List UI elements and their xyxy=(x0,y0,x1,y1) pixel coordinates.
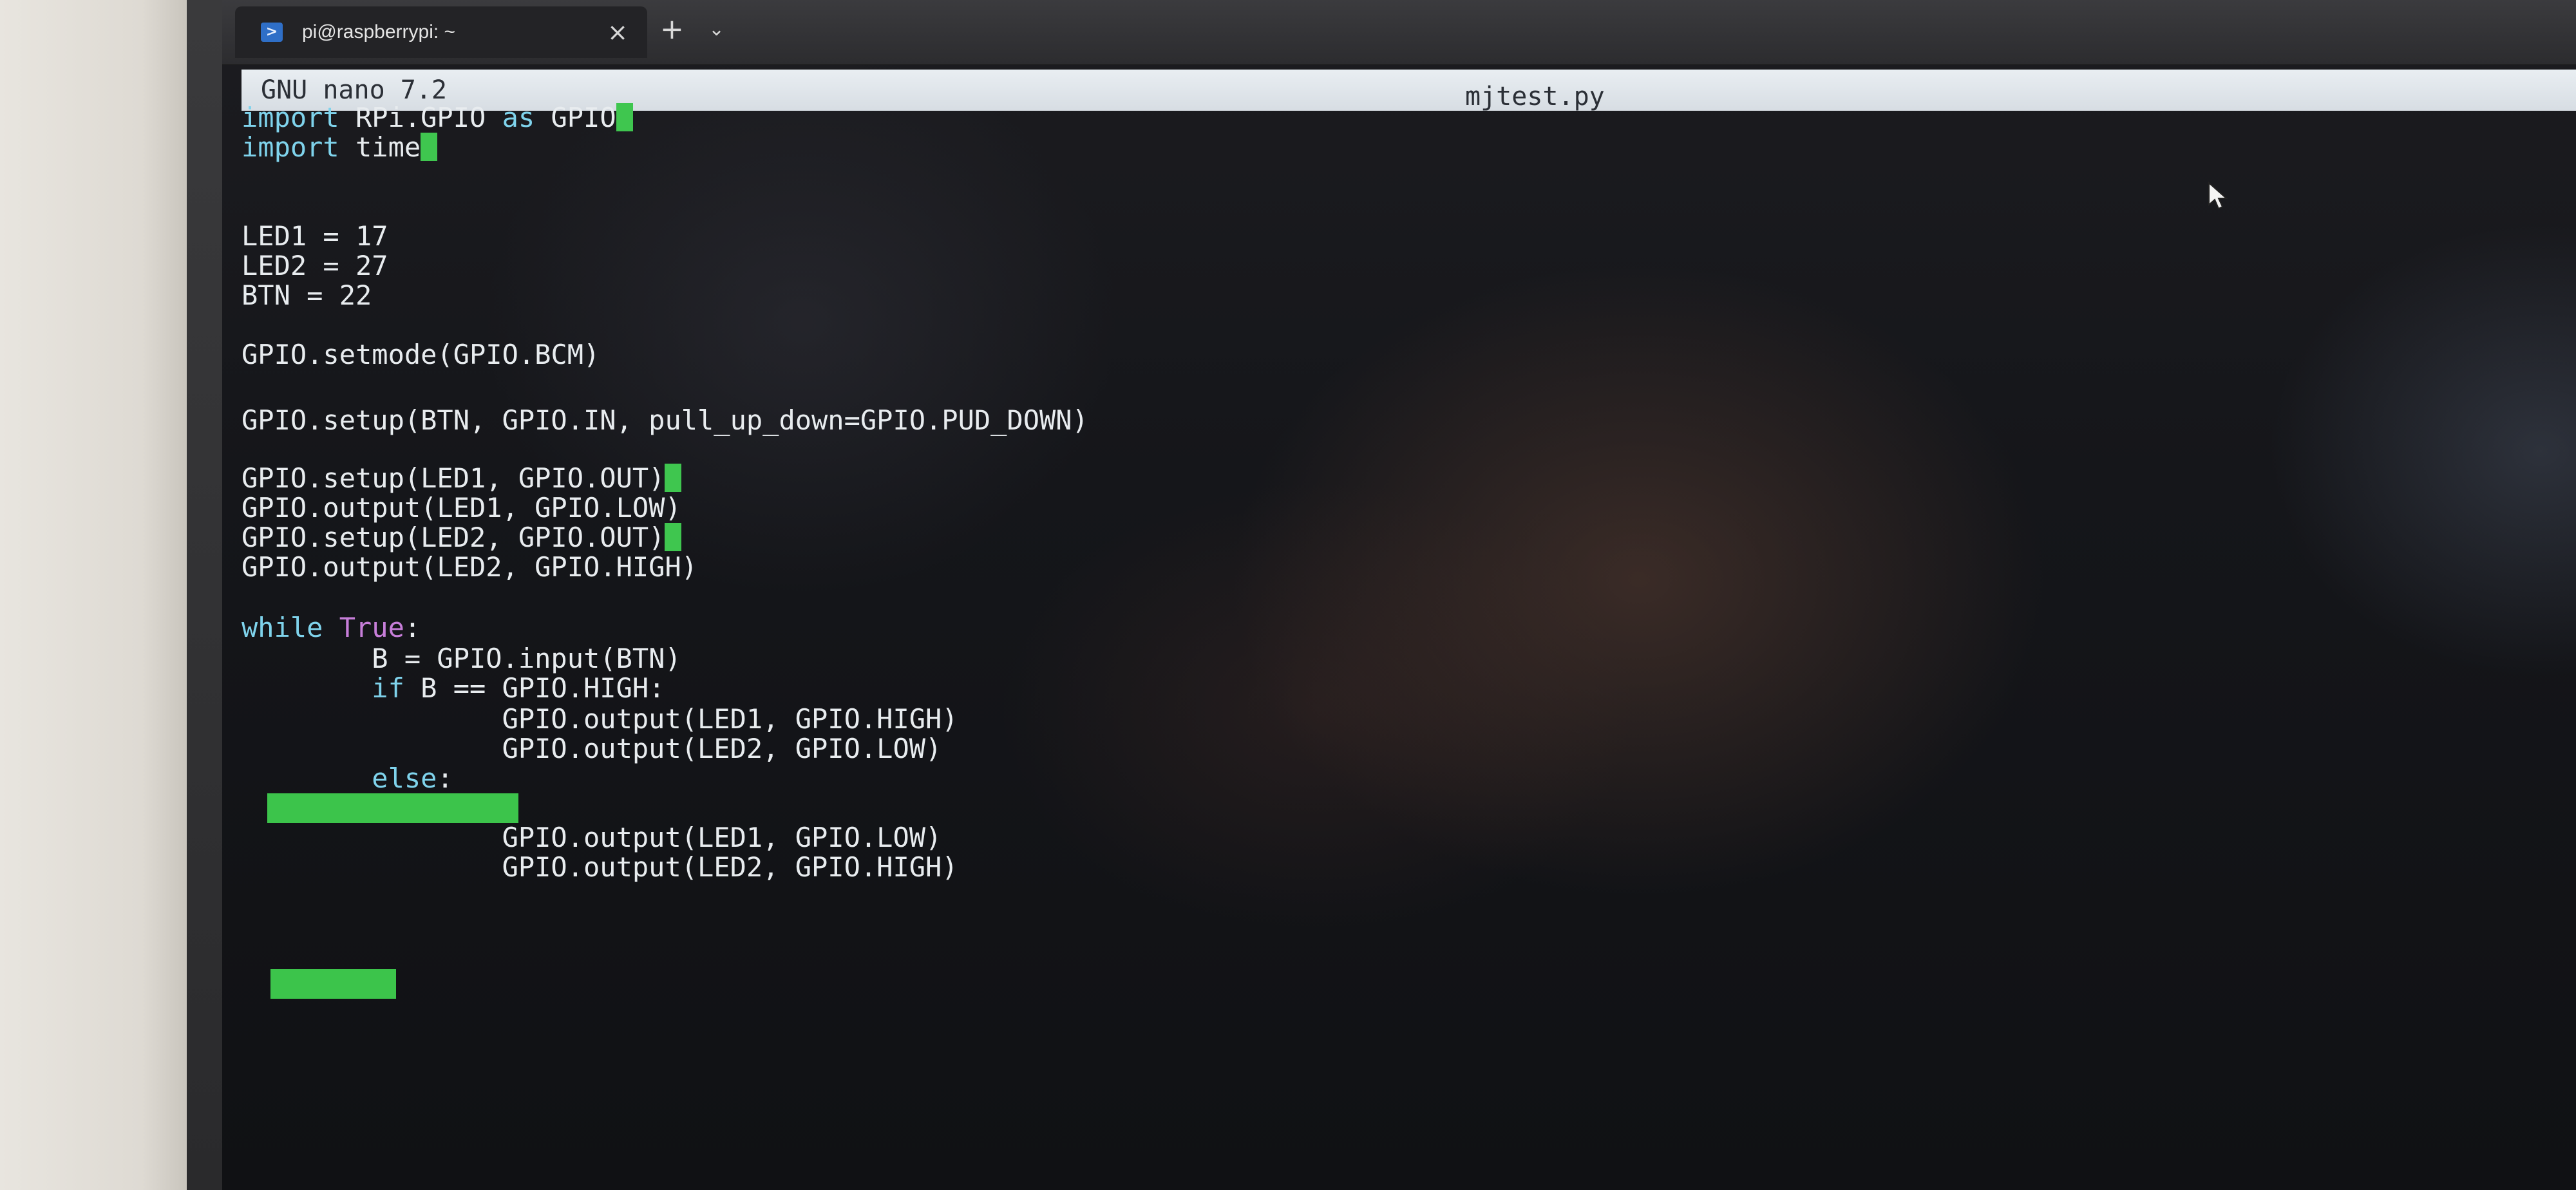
keyword: else xyxy=(372,762,437,794)
code-text: GPIO xyxy=(535,102,616,133)
code-line: GPIO.output(LED1, GPIO.HIGH) xyxy=(242,703,958,735)
code-text: : xyxy=(404,612,421,643)
mouse-cursor-icon xyxy=(2208,182,2228,210)
code-line: B = GPIO.input(BTN) xyxy=(242,643,681,674)
code-line: GPIO.output(LED2, GPIO.LOW) xyxy=(242,733,942,764)
keyword: import xyxy=(242,102,339,133)
code-line: LED1 = 17 xyxy=(242,220,388,252)
code-line: GPIO.setmode(GPIO.BCM) xyxy=(242,339,600,370)
terminal-window: > pi@raspberrypi: ~ × + ⌄ GNU nano 7.2 m… xyxy=(222,0,2576,1190)
new-tab-button[interactable]: + xyxy=(660,13,684,46)
code-text: GPIO.setup(LED2, GPIO.OUT) xyxy=(242,522,665,553)
title-bar: > pi@raspberrypi: ~ × + ⌄ xyxy=(222,0,2576,65)
code-line: GPIO.output(LED1, GPIO.LOW) xyxy=(242,822,942,853)
keyword: as xyxy=(502,102,535,133)
code-text: time xyxy=(339,131,421,163)
keyword: import xyxy=(242,131,339,163)
code-line: import time xyxy=(242,131,438,163)
code-line: GPIO.setup(LED1, GPIO.OUT) xyxy=(242,462,682,494)
code-text: : xyxy=(437,762,453,794)
keyword: if xyxy=(372,672,404,704)
code-line: BTN = 22 xyxy=(242,279,372,311)
close-tab-icon[interactable]: × xyxy=(607,18,628,46)
file-name: mjtest.py xyxy=(1465,82,1605,111)
code-line: GPIO.output(LED2, GPIO.HIGH) xyxy=(242,551,698,583)
trailing-whitespace-marker xyxy=(270,969,396,999)
trailing-whitespace-marker xyxy=(665,464,682,492)
trailing-whitespace-marker xyxy=(267,793,518,823)
code-line: GPIO.output(LED1, GPIO.LOW) xyxy=(242,492,681,524)
code-text: GPIO.setup(LED1, GPIO.OUT) xyxy=(242,462,665,494)
constant: True xyxy=(339,612,404,643)
code-line: LED2 = 27 xyxy=(242,250,388,281)
code-line: while True: xyxy=(242,613,421,643)
tab-dropdown-button[interactable]: ⌄ xyxy=(708,18,724,41)
code-text: B == GPIO.HIGH: xyxy=(404,672,665,704)
trailing-whitespace-marker xyxy=(421,133,438,161)
trailing-whitespace-marker xyxy=(665,523,682,551)
code-line: import RPi.GPIO as GPIO xyxy=(242,103,633,133)
powershell-icon: > xyxy=(261,23,283,42)
code-line: GPIO.output(LED2, GPIO.HIGH) xyxy=(242,851,958,883)
photo-scene: > pi@raspberrypi: ~ × + ⌄ GNU nano 7.2 m… xyxy=(0,0,2576,1190)
code-line: GPIO.setup(BTN, GPIO.IN, pull_up_down=GP… xyxy=(242,404,1088,436)
tab-title: pi@raspberrypi: ~ xyxy=(302,21,456,42)
keyword: while xyxy=(242,612,323,643)
code-text: RPi.GPIO xyxy=(339,102,502,133)
code-line: GPIO.setup(LED2, GPIO.OUT) xyxy=(242,522,682,553)
code-line: if B == GPIO.HIGH: xyxy=(242,674,665,703)
code-line: else: xyxy=(242,764,453,793)
terminal-tab[interactable]: > pi@raspberrypi: ~ × xyxy=(235,6,647,58)
trailing-whitespace-marker xyxy=(616,103,633,131)
